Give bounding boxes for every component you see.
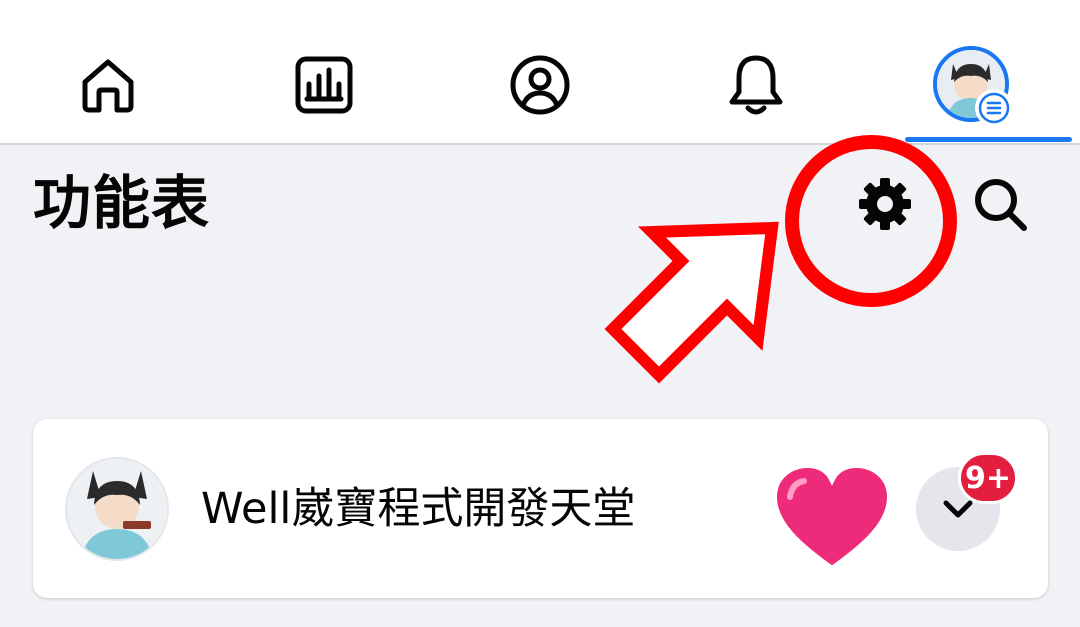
profile-card[interactable]: Well崴寶程式開發天堂 9+ <box>33 419 1048 598</box>
bar-chart-icon <box>295 56 353 114</box>
hamburger-menu-icon <box>978 92 1010 124</box>
home-icon <box>82 59 134 113</box>
annotation-arrow <box>604 221 779 384</box>
top-navigation-bar <box>0 0 1080 145</box>
page-title: 功能表 <box>33 169 211 237</box>
search-icon <box>975 179 1027 231</box>
tab-notifications[interactable] <box>711 40 801 130</box>
gear-icon <box>859 178 911 230</box>
active-tab-indicator <box>905 137 1072 142</box>
settings-button[interactable] <box>849 168 921 240</box>
profile-name: Well崴寶程式開發天堂 <box>201 484 636 534</box>
avatar[interactable] <box>65 457 169 561</box>
heart-icon <box>770 461 894 573</box>
bell-icon <box>729 55 783 115</box>
user-circle-icon <box>510 55 570 115</box>
tab-home[interactable] <box>63 40 153 130</box>
tab-profile[interactable] <box>495 40 585 130</box>
chevron-down-icon <box>943 500 973 518</box>
tab-dashboard[interactable] <box>279 40 369 130</box>
profile-avatar <box>67 459 167 559</box>
search-button[interactable] <box>964 168 1036 240</box>
menu-badge[interactable] <box>975 89 1013 127</box>
reaction-heart <box>768 459 896 581</box>
notification-badge: 9+ <box>958 452 1019 504</box>
